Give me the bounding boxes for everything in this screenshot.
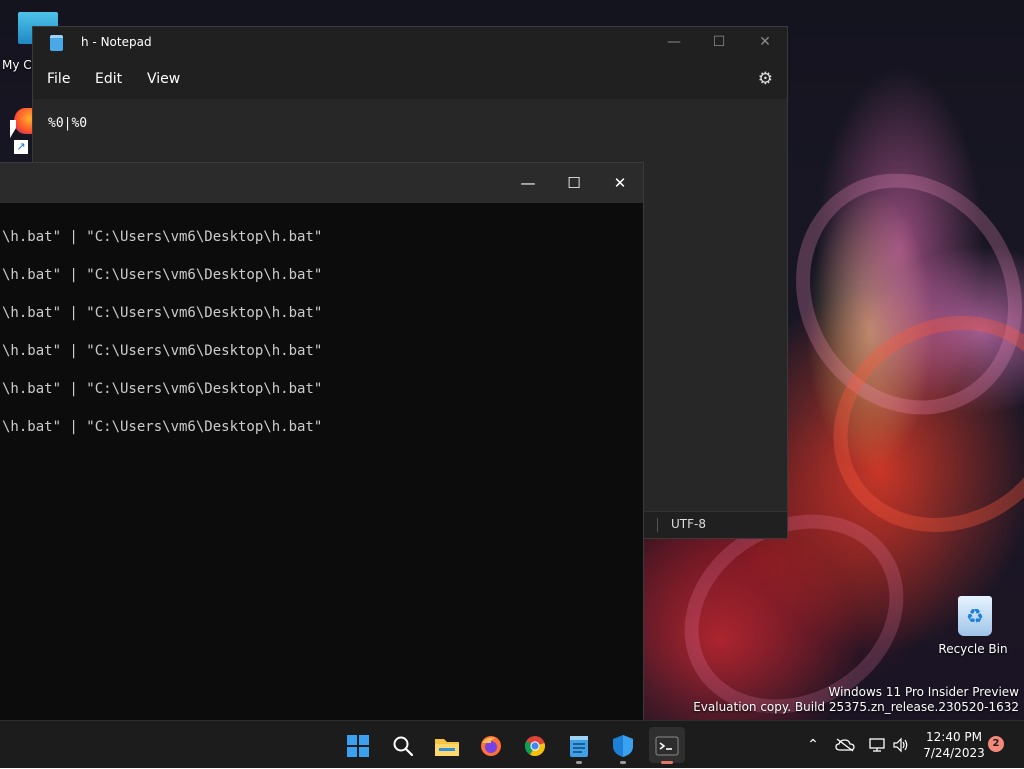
chrome-button[interactable]	[517, 727, 553, 763]
notepad-icon	[570, 735, 588, 757]
evaluation-watermark: Windows 11 Pro Insider Preview Evaluatio…	[693, 685, 1019, 715]
firefox-button[interactable]	[473, 727, 509, 763]
mouse-cursor	[10, 120, 16, 138]
notepad-titlebar[interactable]: h - Notepad — ☐ ✕	[33, 27, 787, 59]
encoding-indicator: UTF-8	[671, 517, 706, 531]
terminal-output[interactable]: \h.bat" | "C:\Users\vm6\Desktop\h.bat" \…	[0, 203, 643, 720]
file-explorer-button[interactable]	[429, 727, 465, 763]
menu-view[interactable]: View	[147, 71, 180, 87]
active-indicator	[661, 761, 673, 764]
terminal-line: \h.bat" | "C:\Users\vm6\Desktop\h.bat"	[2, 343, 323, 359]
show-hidden-icons-chevron-up-icon[interactable]: ⌃	[802, 721, 824, 769]
terminal-icon	[655, 736, 679, 755]
network-icon[interactable]	[866, 721, 888, 769]
notepad-minimize-button[interactable]: —	[651, 27, 697, 59]
watermark-line-1: Windows 11 Pro Insider Preview	[828, 685, 1019, 699]
terminal-maximize-button[interactable]: ☐	[551, 163, 597, 203]
chrome-icon	[524, 735, 545, 756]
search-icon	[393, 736, 414, 756]
start-button[interactable]	[340, 727, 376, 763]
settings-gear-icon[interactable]: ⚙	[758, 69, 773, 89]
terminal-line: \h.bat" | "C:\Users\vm6\Desktop\h.bat"	[2, 229, 323, 245]
running-indicator	[576, 761, 582, 764]
watermark-line-2: Evaluation copy. Build 25375.zn_release.…	[693, 700, 1019, 714]
recycle-bin[interactable]: ♻ Recycle Bin	[938, 596, 1010, 656]
notepad-menubar: File Edit View ⚙	[33, 59, 787, 99]
terminal-window: — ☐ ✕ \h.bat" | "C:\Users\vm6\Desktop\h.…	[0, 162, 644, 720]
recycle-bin-label: Recycle Bin	[938, 642, 1008, 656]
defender-button[interactable]	[605, 727, 641, 764]
terminal-line: \h.bat" | "C:\Users\vm6\Desktop\h.bat"	[2, 267, 323, 283]
notepad-text-content[interactable]: %0|%0	[48, 116, 87, 131]
volume-icon[interactable]	[890, 721, 912, 769]
status-divider	[657, 518, 658, 532]
my-computer-label[interactable]: My C	[2, 58, 32, 72]
notepad-maximize-button[interactable]: ☐	[696, 27, 742, 59]
terminal-taskbar-button[interactable]	[649, 727, 685, 764]
clock-date: 7/24/2023	[923, 746, 985, 760]
notepad-title: h - Notepad	[81, 35, 152, 49]
taskbar-clock[interactable]: 12:40 PM 7/24/2023	[916, 729, 992, 761]
defender-icon	[613, 734, 633, 757]
onedrive-offline-icon[interactable]	[833, 721, 857, 769]
recycle-bin-icon: ♻	[958, 596, 992, 636]
search-button[interactable]	[385, 727, 421, 763]
shortcut-arrow-icon: ↗	[14, 140, 28, 154]
desktop: My C ↗ ♻ Recycle Bin Windows 11 Pro Insi…	[0, 0, 1024, 720]
terminal-titlebar[interactable]: — ☐ ✕	[0, 163, 643, 203]
file-explorer-icon	[435, 738, 459, 756]
menu-edit[interactable]: Edit	[95, 71, 122, 87]
terminal-minimize-button[interactable]: —	[505, 163, 551, 203]
notepad-close-button[interactable]: ✕	[742, 27, 788, 59]
terminal-line: \h.bat" | "C:\Users\vm6\Desktop\h.bat"	[2, 381, 323, 397]
terminal-close-button[interactable]: ✕	[597, 163, 643, 203]
menu-file[interactable]: File	[47, 71, 70, 87]
firefox-icon	[481, 735, 501, 756]
notepad-app-icon	[50, 35, 63, 51]
terminal-line: \h.bat" | "C:\Users\vm6\Desktop\h.bat"	[2, 305, 323, 321]
terminal-line: \h.bat" | "C:\Users\vm6\Desktop\h.bat"	[2, 419, 323, 435]
running-indicator	[620, 761, 626, 764]
start-icon	[347, 734, 369, 757]
notepad-taskbar-button[interactable]	[561, 727, 597, 764]
taskbar: ⌃ 12:40 PM 7/24/2023	[0, 720, 1024, 768]
clock-time: 12:40 PM	[926, 730, 982, 744]
notification-badge[interactable]: 2	[988, 736, 1004, 752]
